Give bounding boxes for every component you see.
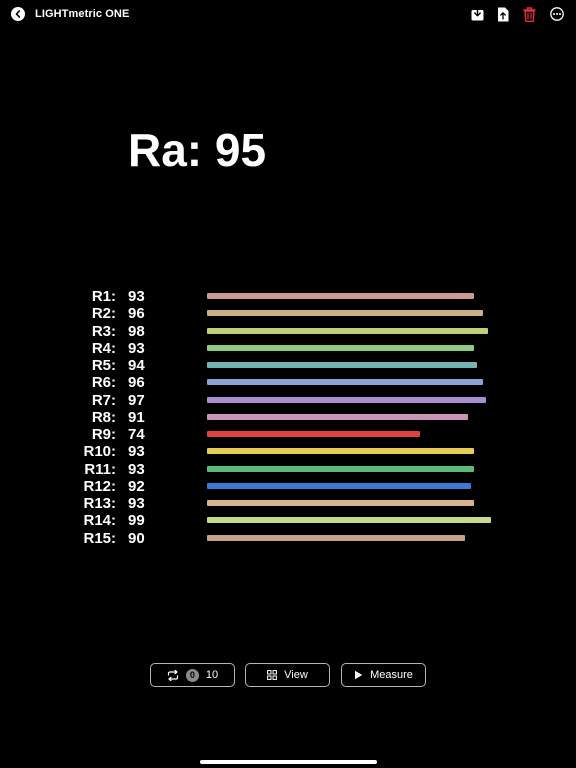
cri-label: R6: xyxy=(91,374,116,392)
cri-row: R2: 96 xyxy=(0,305,576,322)
cri-value: 93 xyxy=(128,460,145,478)
cri-row: R5: 94 xyxy=(0,357,576,374)
cri-label: R14: xyxy=(83,512,116,530)
cri-bar xyxy=(207,413,469,420)
cri-label: R13: xyxy=(83,495,116,512)
cri-row: R3: 98 xyxy=(0,323,576,340)
cri-label: R3: xyxy=(91,322,116,340)
export-button[interactable] xyxy=(496,6,510,22)
cri-bar xyxy=(207,448,475,455)
cri-bar xyxy=(207,431,420,437)
cri-value: 96 xyxy=(128,305,145,323)
cri-label: R8: xyxy=(91,408,116,426)
cri-row: R9: 74 xyxy=(0,426,576,443)
cri-bar xyxy=(207,362,477,368)
play-icon xyxy=(355,670,363,680)
view-button[interactable]: View xyxy=(245,663,330,687)
save-button[interactable] xyxy=(470,6,484,22)
measure-button[interactable]: Measure xyxy=(341,663,426,687)
cri-bar xyxy=(207,344,475,351)
cri-value: 99 xyxy=(128,512,145,530)
repeat-count: 10 xyxy=(205,669,219,681)
cri-bar xyxy=(207,293,475,299)
delete-button[interactable] xyxy=(522,6,536,22)
cri-row: R13: 93 xyxy=(0,495,576,512)
cri-label: R11: xyxy=(84,460,116,478)
cri-value: 93 xyxy=(128,443,145,461)
cri-label: R1: xyxy=(91,288,116,305)
cri-value: 93 xyxy=(128,288,145,305)
cri-bar xyxy=(207,534,466,541)
cri-value: 94 xyxy=(128,357,145,374)
cri-value: 93 xyxy=(128,495,145,512)
cri-label: R5: xyxy=(91,357,116,374)
cri-bar xyxy=(207,482,472,489)
back-button[interactable] xyxy=(11,7,25,21)
cri-value: 91 xyxy=(128,408,145,426)
cri-row: R1: 93 xyxy=(0,288,576,305)
app-title: LIGHTmetric ONE xyxy=(35,8,130,20)
cri-value: 92 xyxy=(128,477,145,495)
cri-label: R12: xyxy=(83,477,116,495)
cri-row: R12: 92 xyxy=(0,478,576,495)
cri-row: R15: 90 xyxy=(0,530,576,547)
cri-bar xyxy=(207,327,489,334)
ra-value: Ra: 95 xyxy=(128,124,267,176)
cri-bar xyxy=(207,517,492,524)
trash-icon xyxy=(523,6,535,22)
cri-row: R10: 93 xyxy=(0,443,576,460)
view-label: View xyxy=(284,669,308,681)
cri-label: R4: xyxy=(91,339,116,357)
document-arrow-up-icon xyxy=(498,7,509,21)
cri-bar xyxy=(207,500,475,506)
grid-icon xyxy=(267,670,278,680)
home-indicator xyxy=(200,760,377,764)
bottom-controls: 0 10 View Measure xyxy=(0,663,576,687)
cri-value: 96 xyxy=(128,374,145,392)
chevron-left-icon xyxy=(15,10,21,18)
repeat-icon xyxy=(167,669,178,681)
cri-bar xyxy=(207,465,475,472)
repeat-badge: 0 xyxy=(185,668,199,682)
more-button[interactable] xyxy=(550,6,564,22)
cri-label: R7: xyxy=(91,391,116,409)
cri-label: R15: xyxy=(83,529,116,547)
cri-label: R2: xyxy=(91,305,116,323)
repeat-count-button[interactable]: 0 10 xyxy=(150,663,235,687)
cri-value: 97 xyxy=(128,391,145,409)
cri-value: 74 xyxy=(128,426,145,443)
cri-bar xyxy=(207,310,483,317)
top-bar: LIGHTmetric ONE xyxy=(0,0,576,28)
cri-row: R4: 93 xyxy=(0,340,576,357)
tray-arrow-down-icon xyxy=(471,7,483,21)
cri-row: R8: 91 xyxy=(0,409,576,426)
cri-bar xyxy=(207,396,486,403)
cri-label: R10: xyxy=(83,443,116,461)
cri-row: R6: 96 xyxy=(0,374,576,391)
cri-value: 93 xyxy=(128,339,145,357)
cri-bar xyxy=(207,379,483,386)
measure-label: Measure xyxy=(370,669,413,681)
cri-value: 98 xyxy=(128,322,145,340)
ellipsis-circle-icon xyxy=(550,7,564,21)
cri-row: R14: 99 xyxy=(0,512,576,529)
cri-label: R9: xyxy=(91,426,116,443)
cri-row: R11: 93 xyxy=(0,461,576,478)
cri-row: R7: 97 xyxy=(0,392,576,409)
cri-value: 90 xyxy=(128,529,145,547)
